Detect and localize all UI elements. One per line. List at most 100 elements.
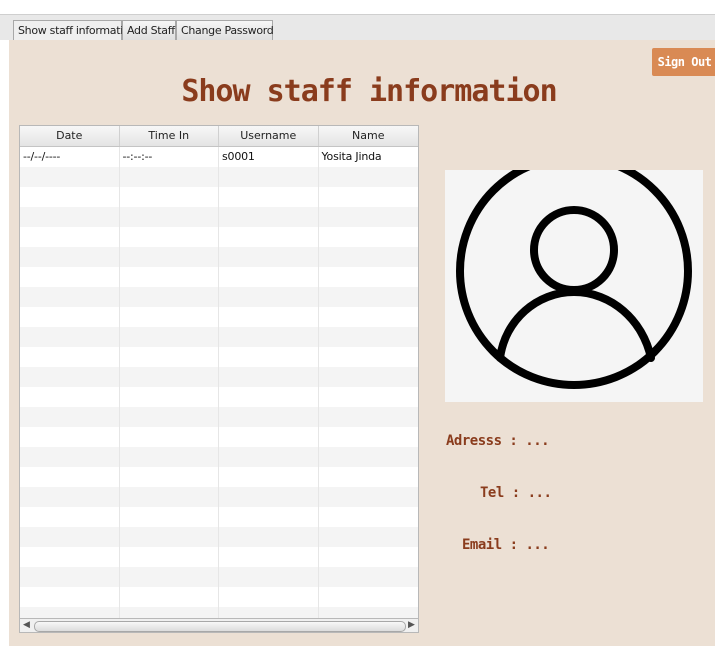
table-cell bbox=[20, 447, 120, 467]
table-cell bbox=[319, 167, 419, 187]
table-row[interactable] bbox=[20, 247, 418, 267]
horizontal-scrollbar[interactable]: ◀ ▶ bbox=[19, 618, 419, 633]
tab-change-password[interactable]: Change Password bbox=[176, 20, 274, 41]
table-cell bbox=[219, 407, 319, 427]
table-row[interactable] bbox=[20, 567, 418, 587]
table-row[interactable]: --/--/---- --:--:-- s0001 Yosita Jinda bbox=[20, 147, 418, 167]
tab-show-staff-information[interactable]: Show staff information bbox=[13, 20, 136, 42]
table-cell bbox=[219, 427, 319, 447]
table-cell bbox=[20, 347, 120, 367]
table-cell bbox=[20, 547, 120, 567]
table-cell bbox=[20, 387, 120, 407]
table-cell bbox=[219, 247, 319, 267]
table-cell bbox=[20, 507, 120, 527]
table-row[interactable] bbox=[20, 307, 418, 327]
table-cell bbox=[319, 267, 419, 287]
table-cell bbox=[120, 327, 219, 347]
table-cell bbox=[20, 527, 120, 547]
table-cell bbox=[120, 407, 219, 427]
table-cell bbox=[20, 287, 120, 307]
table-row[interactable] bbox=[20, 347, 418, 367]
table-row[interactable] bbox=[20, 367, 418, 387]
table-row[interactable] bbox=[20, 487, 418, 507]
table-cell bbox=[20, 367, 120, 387]
staff-table[interactable]: Date Time In Username Name --/--/---- --:… bbox=[19, 125, 419, 633]
table-cell bbox=[20, 567, 120, 587]
table-cell bbox=[219, 187, 319, 207]
table-cell bbox=[219, 267, 319, 287]
table-cell bbox=[20, 187, 120, 207]
table-cell bbox=[20, 467, 120, 487]
table-cell bbox=[120, 487, 219, 507]
table-cell bbox=[219, 387, 319, 407]
table-cell bbox=[319, 247, 419, 267]
table-cell: Yosita Jinda bbox=[321, 150, 382, 163]
table-cell bbox=[20, 247, 120, 267]
table-cell bbox=[20, 267, 120, 287]
table-row[interactable] bbox=[20, 527, 418, 547]
column-header-time-in[interactable]: Time In bbox=[120, 126, 219, 146]
column-header-username[interactable]: Username bbox=[219, 126, 319, 146]
table-cell bbox=[219, 227, 319, 247]
sign-out-button[interactable]: Sign Out bbox=[652, 48, 715, 76]
table-cell bbox=[319, 287, 419, 307]
table-cell bbox=[319, 307, 419, 327]
table-cell bbox=[219, 367, 319, 387]
table-row[interactable] bbox=[20, 407, 418, 427]
table-row[interactable] bbox=[20, 207, 418, 227]
table-row[interactable] bbox=[20, 467, 418, 487]
scrollbar-thumb[interactable] bbox=[34, 621, 406, 632]
address-row: Adresss : ... bbox=[446, 433, 550, 449]
tel-row: Tel : ... bbox=[480, 485, 552, 501]
table-row[interactable] bbox=[20, 287, 418, 307]
table-cell bbox=[120, 387, 219, 407]
table-cell bbox=[20, 207, 120, 227]
table-cell bbox=[120, 447, 219, 467]
table-cell bbox=[319, 547, 419, 567]
table-cell bbox=[120, 287, 219, 307]
table-cell bbox=[319, 587, 419, 607]
table-row[interactable] bbox=[20, 327, 418, 347]
table-row[interactable] bbox=[20, 587, 418, 607]
table-row[interactable] bbox=[20, 267, 418, 287]
table-cell: --/--/---- bbox=[20, 147, 120, 167]
table-row[interactable] bbox=[20, 187, 418, 207]
table-cell bbox=[319, 367, 419, 387]
table-cell bbox=[319, 427, 419, 447]
table-cell bbox=[120, 247, 219, 267]
tab-add-staff[interactable]: Add Staff bbox=[122, 20, 176, 41]
table-cell bbox=[219, 467, 319, 487]
table-cell bbox=[120, 427, 219, 447]
table-cell bbox=[120, 507, 219, 527]
table-cell bbox=[20, 167, 120, 187]
tel-value: ... bbox=[527, 485, 552, 501]
table-cell bbox=[219, 567, 319, 587]
staff-photo bbox=[445, 153, 703, 402]
user-avatar-icon bbox=[456, 153, 692, 389]
table-cell bbox=[120, 367, 219, 387]
table-cell bbox=[219, 207, 319, 227]
table-row[interactable] bbox=[20, 167, 418, 187]
table-row[interactable] bbox=[20, 427, 418, 447]
table-cell bbox=[120, 587, 219, 607]
table-row[interactable] bbox=[20, 447, 418, 467]
column-header-name[interactable]: Name bbox=[319, 126, 419, 146]
table-cell bbox=[219, 487, 319, 507]
chevron-left-icon[interactable]: ◀ bbox=[20, 619, 33, 632]
column-header-date[interactable]: Date bbox=[20, 126, 120, 146]
address-label: Adresss : bbox=[446, 433, 518, 449]
table-row[interactable] bbox=[20, 387, 418, 407]
main-panel: Sign Out Show staff information Date Tim… bbox=[9, 40, 715, 646]
table-cell bbox=[219, 347, 319, 367]
table-row[interactable] bbox=[20, 227, 418, 247]
table-cell bbox=[20, 307, 120, 327]
table-cell bbox=[120, 227, 219, 247]
window-top-bar bbox=[0, 0, 715, 14]
table-row[interactable] bbox=[20, 507, 418, 527]
table-row[interactable] bbox=[20, 547, 418, 567]
table-cell bbox=[20, 327, 120, 347]
table-cell bbox=[319, 347, 419, 367]
table-body: --/--/---- --:--:-- s0001 Yosita Jinda bbox=[20, 147, 418, 627]
chevron-right-icon[interactable]: ▶ bbox=[405, 619, 418, 632]
email-value: ... bbox=[525, 537, 550, 553]
